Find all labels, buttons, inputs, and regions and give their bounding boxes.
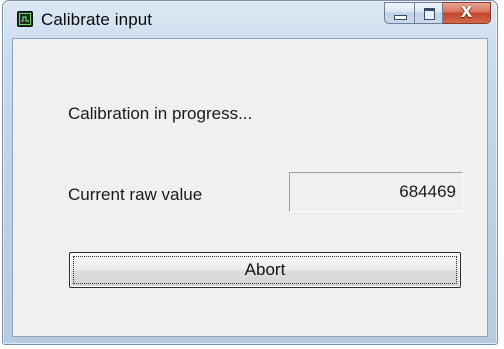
close-icon: X (460, 3, 473, 21)
app-window-icon[interactable] (17, 11, 33, 27)
minimize-icon (394, 15, 407, 20)
calibrate-input-window: Calibrate input X Calibration in progres… (2, 0, 498, 345)
abort-button[interactable]: Abort (69, 252, 461, 288)
abort-button-label: Abort (244, 260, 286, 279)
calibration-status-text: Calibration in progress... (68, 104, 253, 123)
caption-buttons: X (384, 2, 491, 24)
raw-value-label: Current raw value (68, 185, 203, 204)
raw-value-field: 684469 (289, 172, 463, 212)
maximize-icon (424, 8, 435, 20)
dialog-client-area: Calibration in progress... Current raw v… (12, 38, 488, 337)
maximize-button[interactable] (414, 2, 443, 24)
title-bar[interactable]: Calibrate input X (3, 1, 497, 37)
window-title: Calibrate input (41, 10, 153, 29)
close-button[interactable]: X (443, 2, 491, 24)
minimize-button[interactable] (384, 2, 414, 24)
